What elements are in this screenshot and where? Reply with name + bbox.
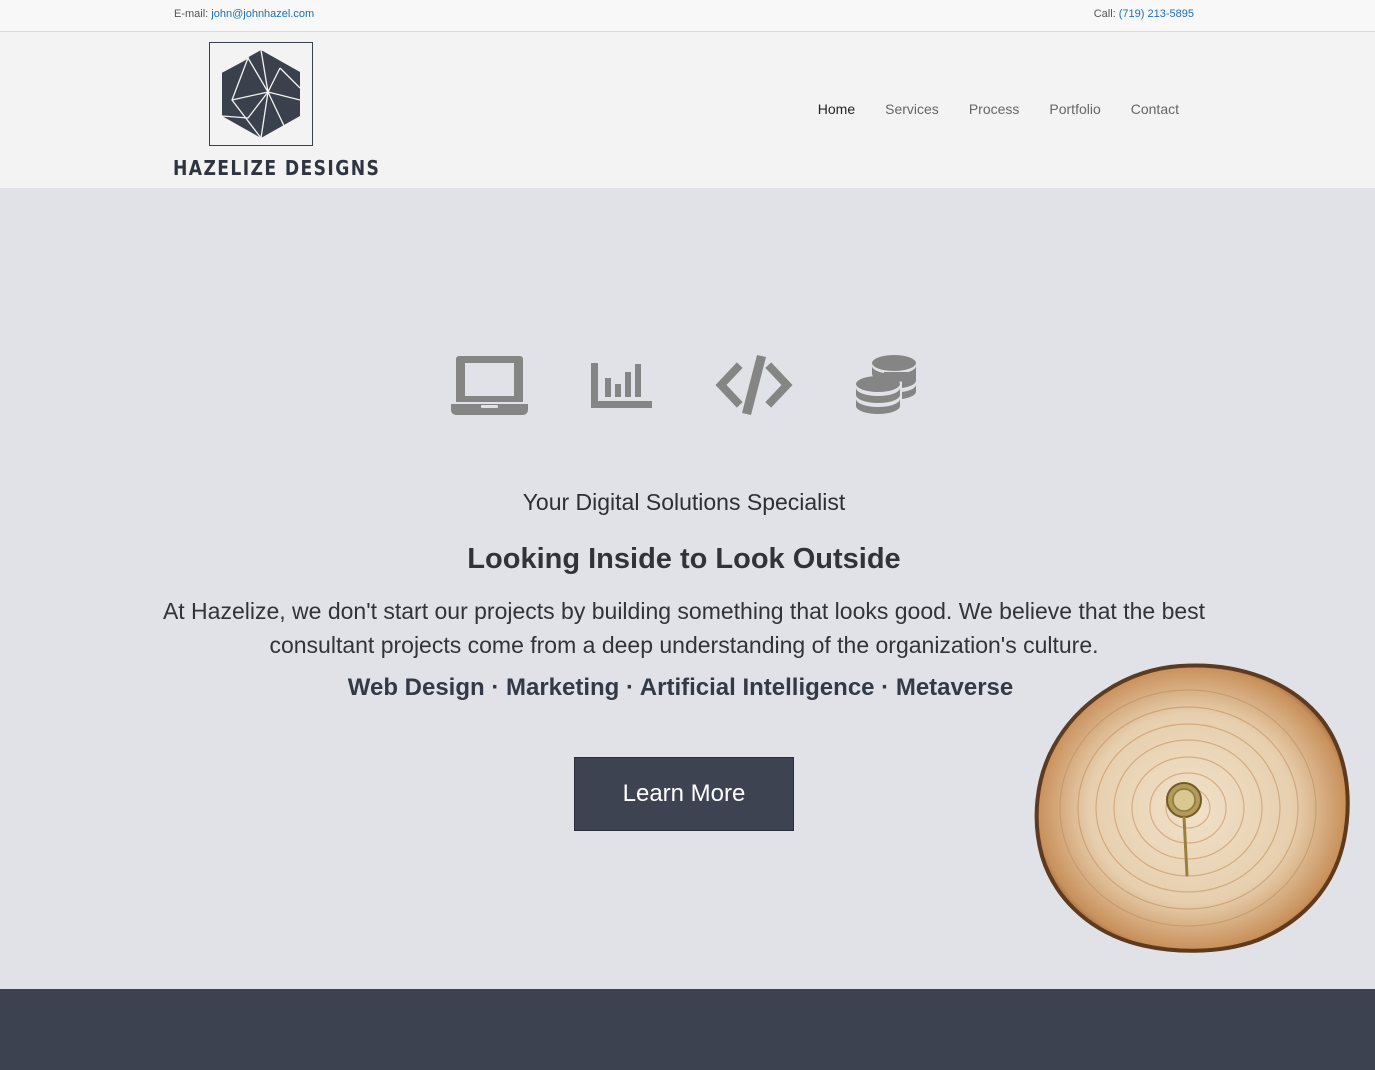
main-nav: Home Services Process Portfolio Contact [818, 101, 1179, 117]
tree-stump-image [1034, 663, 1350, 953]
email-label: E-mail: [174, 8, 209, 20]
nav-process[interactable]: Process [969, 101, 1020, 117]
nav-services[interactable]: Services [885, 101, 939, 117]
bar-chart-icon [591, 363, 652, 408]
coins-icon [856, 355, 916, 414]
code-icon [715, 355, 793, 415]
top-info-bar: E-mail: john@johnhazel.com Call: (719) 2… [0, 0, 1375, 32]
hero-section: Your Digital Solutions Specialist Lookin… [0, 188, 1375, 988]
footer-section [0, 989, 1375, 1070]
brand-name: HAZELIZE DESIGNS [173, 156, 381, 180]
phone-link[interactable]: (719) 213-5895 [1119, 8, 1194, 20]
site-header: HAZELIZE DESIGNS Home Services Process P… [0, 32, 1375, 189]
nav-home[interactable]: Home [818, 101, 855, 117]
hero-headline: Looking Inside to Look Outside [467, 543, 901, 575]
nav-contact[interactable]: Contact [1131, 101, 1179, 117]
service-icons [0, 354, 1375, 420]
laptop-icon [451, 356, 528, 415]
email-info: E-mail: john@johnhazel.com [174, 8, 314, 20]
phone-label: Call: [1093, 8, 1116, 20]
hero-tagline: Your Digital Solutions Specialist [522, 489, 846, 515]
nav-portfolio[interactable]: Portfolio [1049, 101, 1100, 117]
hexagon-logo-icon [221, 49, 301, 139]
phone-info: Call: (719) 213-5895 [1094, 8, 1194, 20]
hero-description: At Hazelize, we don't start our projects… [162, 598, 1206, 658]
logo[interactable] [209, 42, 313, 146]
email-link[interactable]: john@johnhazel.com [211, 8, 314, 20]
learn-more-button[interactable]: Learn More [574, 757, 794, 831]
